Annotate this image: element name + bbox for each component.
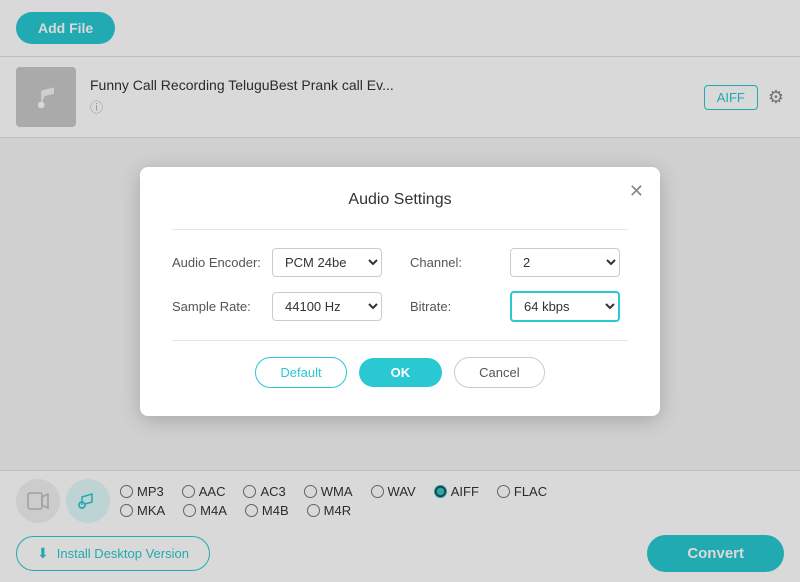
modal-actions: Default OK Cancel — [172, 357, 628, 388]
bitrate-label: Bitrate: — [410, 299, 500, 314]
modal-separator — [172, 229, 628, 230]
ok-button[interactable]: OK — [359, 358, 443, 387]
modal-form: Audio Encoder: PCM 24be Channel: 2 Sampl… — [172, 248, 628, 322]
modal-bottom-separator — [172, 340, 628, 341]
modal-overlay: ✕ Audio Settings Audio Encoder: PCM 24be… — [0, 0, 800, 582]
sample-rate-select[interactable]: 44100 Hz — [272, 292, 382, 321]
bitrate-row: Bitrate: 64 kbps — [410, 291, 628, 322]
audio-encoder-row: Audio Encoder: PCM 24be — [172, 248, 390, 277]
audio-settings-modal: ✕ Audio Settings Audio Encoder: PCM 24be… — [140, 167, 660, 416]
sample-rate-row: Sample Rate: 44100 Hz — [172, 291, 390, 322]
cancel-button[interactable]: Cancel — [454, 357, 544, 388]
channel-select[interactable]: 2 — [510, 248, 620, 277]
bitrate-select[interactable]: 64 kbps — [510, 291, 620, 322]
audio-encoder-select[interactable]: PCM 24be — [272, 248, 382, 277]
audio-encoder-label: Audio Encoder: — [172, 255, 262, 270]
sample-rate-label: Sample Rate: — [172, 299, 262, 314]
modal-close-button[interactable]: ✕ — [629, 181, 644, 202]
modal-title: Audio Settings — [172, 191, 628, 209]
default-button[interactable]: Default — [255, 357, 346, 388]
channel-label: Channel: — [410, 255, 500, 270]
channel-row: Channel: 2 — [410, 248, 628, 277]
